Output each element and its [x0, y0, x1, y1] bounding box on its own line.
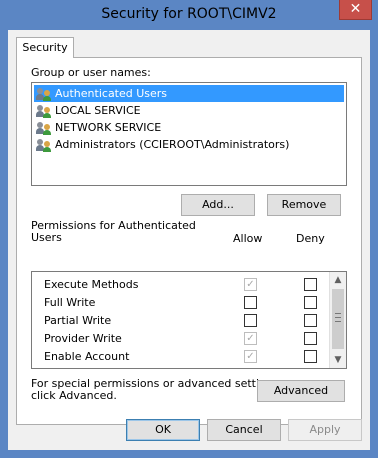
- user-group-icon: [36, 121, 52, 135]
- permission-row: Full Write: [32, 294, 328, 311]
- advanced-note-line2: click Advanced.: [31, 389, 117, 402]
- permission-row: Enable Account ✓: [32, 348, 328, 365]
- allow-checkbox[interactable]: [244, 314, 257, 327]
- apply-button[interactable]: Apply: [288, 419, 362, 441]
- permission-row: Execute Methods ✓: [32, 276, 328, 293]
- tab-security[interactable]: Security: [16, 37, 74, 58]
- deny-column-header: Deny: [296, 232, 325, 245]
- deny-checkbox[interactable]: [304, 278, 317, 291]
- group-or-user-names-label: Group or user names:: [31, 66, 151, 79]
- allow-checkbox[interactable]: ✓: [244, 332, 257, 345]
- scroll-grip-icon: [335, 313, 341, 322]
- user-group-icon: [36, 138, 52, 152]
- scroll-thumb[interactable]: [332, 289, 344, 349]
- permission-name: Partial Write: [44, 314, 112, 327]
- user-list-item[interactable]: Authenticated Users: [34, 85, 344, 102]
- user-list-item[interactable]: Administrators (CCIEROOT\Administrators): [34, 136, 344, 153]
- deny-checkbox[interactable]: [304, 296, 317, 309]
- allow-checkbox[interactable]: ✓: [244, 278, 257, 291]
- user-name-label: Authenticated Users: [55, 87, 168, 100]
- close-icon: ✕: [349, 1, 362, 17]
- title-bar[interactable]: Security for ROOT\CIMV2 ✕: [0, 0, 378, 30]
- window-title: Security for ROOT\CIMV2: [101, 6, 277, 22]
- close-button[interactable]: ✕: [339, 0, 372, 20]
- user-name-label: NETWORK SERVICE: [55, 121, 162, 134]
- permissions-label: Permissions for Authenticated Users: [31, 220, 196, 244]
- dialog-client-area: Security Group or user names: Authentica…: [8, 30, 370, 450]
- permission-name: Full Write: [44, 296, 96, 309]
- allow-checkbox[interactable]: ✓: [244, 350, 257, 363]
- user-group-icon: [36, 104, 52, 118]
- permission-row: Provider Write ✓: [32, 330, 328, 347]
- deny-checkbox[interactable]: [304, 350, 317, 363]
- permission-name: Execute Methods: [44, 278, 139, 291]
- security-tab-panel: Group or user names: Authenticated Users…: [16, 57, 362, 425]
- scroll-up-icon[interactable]: ▲: [330, 272, 346, 288]
- user-list-item[interactable]: LOCAL SERVICE: [34, 102, 344, 119]
- add-button[interactable]: Add...: [181, 194, 255, 216]
- user-name-label: LOCAL SERVICE: [55, 104, 141, 117]
- permission-row: Partial Write: [32, 312, 328, 329]
- deny-checkbox[interactable]: [304, 314, 317, 327]
- user-list-item[interactable]: NETWORK SERVICE: [34, 119, 344, 136]
- permission-name: Enable Account: [44, 350, 130, 363]
- allow-checkbox[interactable]: [244, 296, 257, 309]
- permission-name: Provider Write: [44, 332, 122, 345]
- remove-button[interactable]: Remove: [267, 194, 341, 216]
- permissions-label-line2: Users: [31, 231, 62, 244]
- permissions-list[interactable]: Execute Methods ✓ Full Write Partial Write P…: [31, 271, 347, 369]
- advanced-note: For special permissions or advanced sett…: [31, 378, 282, 402]
- dialog-window: Security for ROOT\CIMV2 ✕ Security Group…: [0, 0, 378, 458]
- deny-checkbox[interactable]: [304, 332, 317, 345]
- advanced-button[interactable]: Advanced: [257, 380, 345, 402]
- user-group-icon: [36, 87, 52, 101]
- user-name-label: Administrators (CCIEROOT\Administrators): [55, 138, 290, 151]
- scroll-down-icon[interactable]: ▼: [330, 352, 346, 368]
- allow-column-header: Allow: [233, 232, 263, 245]
- cancel-button[interactable]: Cancel: [207, 419, 281, 441]
- ok-button[interactable]: OK: [126, 419, 200, 441]
- users-list[interactable]: Authenticated Users LOCAL SERVICE NETWORK …: [31, 82, 347, 186]
- permissions-scrollbar[interactable]: ▲ ▼: [329, 272, 346, 368]
